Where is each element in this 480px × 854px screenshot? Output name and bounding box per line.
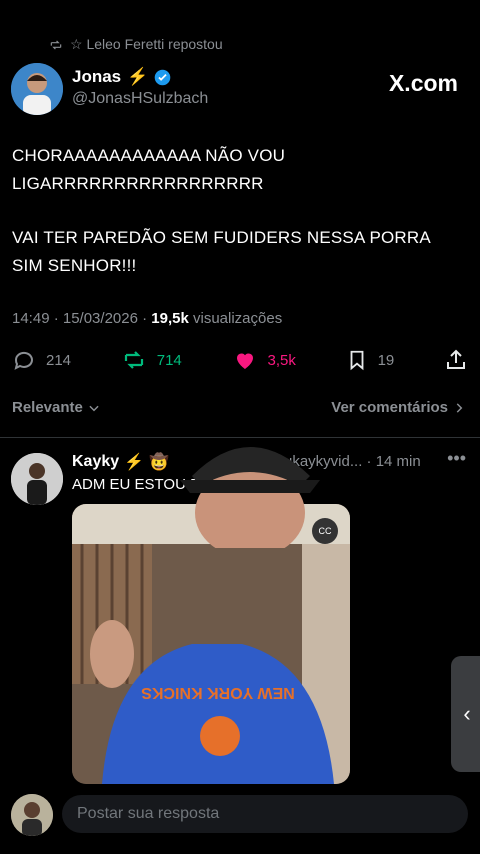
bookmark-action[interactable]: 19 <box>346 348 395 372</box>
like-count: 3,5k <box>267 351 296 369</box>
reply-author-name[interactable]: Kayky <box>72 453 119 471</box>
views-count: 19,5k <box>151 310 189 327</box>
chevron-right-icon <box>456 402 463 413</box>
verified-badge-icon <box>155 69 171 85</box>
tweet-timestamp: 14:49 · 15/03/2026 · <box>12 310 152 327</box>
repost-icon <box>124 351 143 369</box>
tweet-line-2: LIGARRRRRRRRRRRRRRRRR <box>12 174 264 193</box>
view-comments-link[interactable]: Ver comentários <box>331 399 466 416</box>
tweet-line-3: VAI TER PAREDÃO SEM FUDIDERS NESSA PORRA <box>12 228 431 247</box>
author-avatar[interactable] <box>11 63 63 115</box>
reply-input-placeholder: Postar sua resposta <box>77 805 220 822</box>
repost-count: 714 <box>156 351 182 369</box>
bookmark-count: 19 <box>377 351 395 369</box>
xcom-watermark: X.com <box>388 70 458 96</box>
tweet-actions: 214 714 3,5k 19 <box>12 346 468 374</box>
heart-icon <box>236 353 253 369</box>
reply-input[interactable]: Postar sua resposta <box>62 795 468 833</box>
overlay-person-image <box>170 418 330 558</box>
reply-action[interactable]: 214 <box>12 348 71 372</box>
share-action[interactable] <box>444 348 468 372</box>
author-name-row[interactable]: Jonas ⚡ <box>72 67 171 87</box>
reply-avatar[interactable] <box>11 453 63 505</box>
views-label: visualizações <box>188 310 283 327</box>
like-action[interactable]: 3,5k <box>232 348 296 372</box>
more-options-icon[interactable]: ••• <box>447 448 466 469</box>
repost-banner-text: ☆ Leleo Feretti repostou <box>70 36 223 52</box>
lightning-emoji: ⚡ <box>127 67 149 86</box>
bookmark-icon <box>350 350 363 371</box>
side-panel-tab[interactable]: ‹ <box>451 656 480 772</box>
tweet-line-1: CHORAAAAAAAAAAAA NÃO VOU <box>12 146 286 165</box>
view-comments-label: Ver comentários <box>331 399 448 416</box>
author-handle[interactable]: @JonasHSulzbach <box>72 90 208 108</box>
reply-count: 214 <box>46 351 72 369</box>
repost-action[interactable]: 714 <box>121 348 182 372</box>
repost-banner: ☆ Leleo Feretti repostou <box>48 36 223 53</box>
tweet-meta: 14:49 · 15/03/2026 · 19,5k visualizações <box>12 310 282 327</box>
sort-dropdown[interactable]: Relevante <box>12 399 101 416</box>
sort-label: Relevante <box>12 399 83 416</box>
repost-icon <box>50 40 62 49</box>
reply-icon <box>14 351 33 370</box>
lightning-emoji: ⚡ <box>124 454 145 471</box>
shirt-text: NEW YORK KNICKS <box>141 684 295 701</box>
chevron-down-icon <box>89 405 99 411</box>
composer-avatar[interactable] <box>11 794 53 836</box>
chevron-left-icon: ‹ <box>463 701 471 726</box>
share-icon <box>446 349 465 369</box>
tweet-line-4: SIM SENHOR!!! <box>12 256 137 275</box>
cowboy-emoji-icon: 🤠 <box>149 454 169 471</box>
author-name[interactable]: Jonas <box>72 67 121 87</box>
reply-author-row[interactable]: Kayky ⚡ 🤠 <box>72 452 169 472</box>
